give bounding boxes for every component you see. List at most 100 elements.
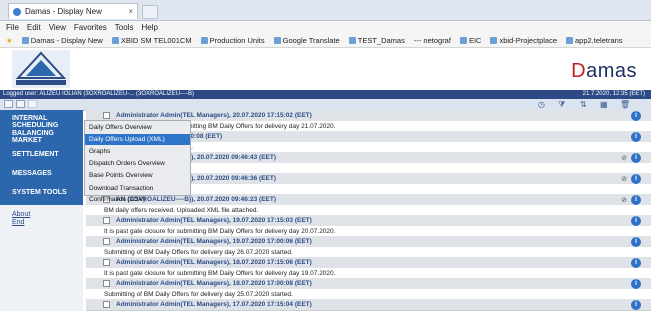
- info-icon[interactable]: i: [631, 132, 641, 142]
- info-icon[interactable]: i: [631, 111, 641, 121]
- current-time: 21.7.2020, 12:35 (EET): [582, 91, 645, 97]
- close-icon[interactable]: ×: [128, 7, 133, 16]
- sidebar-item-settlement[interactable]: SETTLEMENT: [0, 151, 83, 158]
- sidebar-footer: About End: [0, 205, 83, 311]
- trash-icon[interactable]: 🗑: [620, 100, 630, 109]
- page-icon: [21, 37, 29, 45]
- page-icon: [13, 7, 21, 16]
- info-icon[interactable]: i: [631, 174, 641, 184]
- favorite-label: XBID SM TEL001CM: [120, 35, 192, 45]
- about-link[interactable]: About: [12, 211, 30, 218]
- message-checkbox[interactable]: [103, 259, 110, 266]
- favorite-item[interactable]: --- netograf: [414, 36, 451, 45]
- favorite-label: Production Units: [209, 35, 265, 45]
- message-text: BM daily offers received. Uploaded XML f…: [104, 206, 259, 214]
- message-sender: Administrator Admin(TEL Managers), 19.07…: [116, 238, 312, 245]
- menu-item-graphs[interactable]: Graphs: [85, 146, 190, 157]
- clock-icon[interactable]: ◷: [538, 100, 545, 109]
- favorite-label: EIC: [468, 35, 482, 45]
- sidebar-item-system-tools[interactable]: SYSTEM TOOLS: [0, 189, 83, 196]
- message-text: It is past gate closure for submitting B…: [104, 269, 336, 277]
- message-sender: Administrator Admin(TEL Managers), 17.07…: [116, 301, 312, 308]
- new-tab-button[interactable]: [142, 5, 158, 19]
- sort-icon[interactable]: ⇅: [580, 100, 587, 109]
- favorite-item[interactable]: Production Units: [200, 35, 265, 45]
- balancing-market-menu: Daily Offers Overview Daily Offers Uploa…: [84, 120, 191, 203]
- attachment-icon[interactable]: ⊘: [621, 196, 627, 204]
- page-icon: [490, 37, 498, 45]
- grid-icon[interactable]: ▦: [600, 100, 608, 109]
- app-header: Damas: [0, 48, 651, 90]
- page-icon: [273, 37, 281, 45]
- favorites-star-icon[interactable]: ★: [6, 36, 13, 45]
- page-icon: [566, 37, 573, 45]
- message-sender: Administrator Admin(TEL Managers), 18.07…: [116, 280, 312, 287]
- mail-icon[interactable]: [4, 100, 13, 108]
- menu-tools[interactable]: Tools: [115, 23, 134, 32]
- page-icon: [111, 37, 119, 45]
- favorite-item[interactable]: Damas - Display New: [21, 35, 103, 45]
- company-logo: [12, 50, 70, 88]
- attachment-icon[interactable]: ⊘: [621, 175, 627, 183]
- filter-icon[interactable]: ⧩: [558, 100, 565, 110]
- message-text: Submitting of BM Daily Offers for delive…: [104, 290, 293, 298]
- message-header-row[interactable]: Administrator Admin(TEL Managers), 17.07…: [86, 299, 651, 311]
- message-text: It is past gate closure for submitting B…: [104, 227, 336, 235]
- browser-tab-bar: Damas - Display New ×: [0, 0, 651, 21]
- favorite-label: app2.teletrans: [575, 35, 623, 45]
- favorite-label: --- netograf: [413, 35, 451, 45]
- menu-file[interactable]: File: [6, 23, 19, 32]
- page-icon: [459, 37, 467, 45]
- favorite-item[interactable]: XBID SM TEL001CM: [111, 35, 192, 45]
- menu-view[interactable]: View: [49, 23, 66, 32]
- favorite-label: Damas - Display New: [30, 35, 103, 45]
- brand-title: Damas: [571, 60, 637, 83]
- favorite-item[interactable]: xbid-Projectplace: [490, 36, 557, 45]
- info-icon[interactable]: i: [631, 195, 641, 205]
- menu-item-base-points-overview[interactable]: Base Points Overview: [85, 170, 190, 181]
- info-icon[interactable]: i: [631, 237, 641, 247]
- folder-icon[interactable]: [16, 100, 25, 108]
- message-checkbox[interactable]: [103, 112, 110, 119]
- arrow-icon[interactable]: [28, 100, 37, 108]
- favorite-item[interactable]: TEST_Damas: [348, 35, 405, 45]
- info-icon[interactable]: i: [631, 216, 641, 226]
- menu-item-daily-offers-overview[interactable]: Daily Offers Overview: [85, 122, 190, 133]
- sidebar-item-messages[interactable]: MESSAGES: [0, 170, 83, 177]
- user-bar: Logged user: ALIZEU IOLIAN (3OXROALIZEU-…: [0, 90, 651, 99]
- info-icon[interactable]: i: [631, 300, 641, 310]
- message-checkbox[interactable]: [103, 217, 110, 224]
- favorite-item[interactable]: app2.teletrans: [566, 36, 623, 45]
- browser-menu-bar: File Edit View Favorites Tools Help: [0, 21, 651, 33]
- brand-initial: D: [571, 60, 587, 82]
- message-sender: Administrator Admin(TEL Managers), 19.07…: [116, 217, 312, 224]
- favorite-label: xbid-Projectplace: [499, 35, 557, 45]
- message-checkbox[interactable]: [103, 238, 110, 245]
- message-text: Submitting of BM Daily Offers for delive…: [104, 248, 293, 256]
- attachment-icon[interactable]: ⊘: [621, 154, 627, 162]
- menu-help[interactable]: Help: [141, 23, 157, 32]
- sidebar-item-balancing-market[interactable]: BALANCING MARKET: [0, 130, 83, 144]
- menu-item-dispatch-orders-overview[interactable]: Dispatch Orders Overview: [85, 158, 190, 169]
- page-icon: [348, 37, 356, 45]
- menu-edit[interactable]: Edit: [27, 23, 41, 32]
- sidebar-item-internal-scheduling[interactable]: INTERNAL SCHEDULING: [0, 115, 83, 129]
- end-link[interactable]: End: [12, 219, 24, 226]
- info-icon[interactable]: i: [631, 258, 641, 268]
- info-icon[interactable]: i: [631, 279, 641, 289]
- message-sender: Administrator Admin(TEL Managers), 18.07…: [116, 259, 312, 266]
- message-checkbox[interactable]: [103, 280, 110, 287]
- menu-favorites[interactable]: Favorites: [74, 23, 107, 32]
- message-sender: Administrator Admin(TEL Managers), 20.07…: [116, 112, 312, 119]
- favorite-item[interactable]: EIC: [459, 35, 482, 45]
- favorite-label: TEST_Damas: [357, 35, 405, 45]
- brand-rest: amas: [586, 60, 637, 82]
- message-checkbox[interactable]: [103, 301, 110, 308]
- menu-item-daily-offers-upload[interactable]: Daily Offers Upload (XML): [85, 134, 190, 145]
- browser-tab[interactable]: Damas - Display New ×: [8, 3, 138, 19]
- favorite-item[interactable]: Google Translate: [273, 36, 340, 45]
- info-icon[interactable]: i: [631, 153, 641, 163]
- tab-title: Damas - Display New: [25, 7, 102, 16]
- menu-item-download-transaction-confirmation[interactable]: Download Transaction Confirmation (CSV): [85, 183, 190, 203]
- page-icon: [200, 37, 208, 45]
